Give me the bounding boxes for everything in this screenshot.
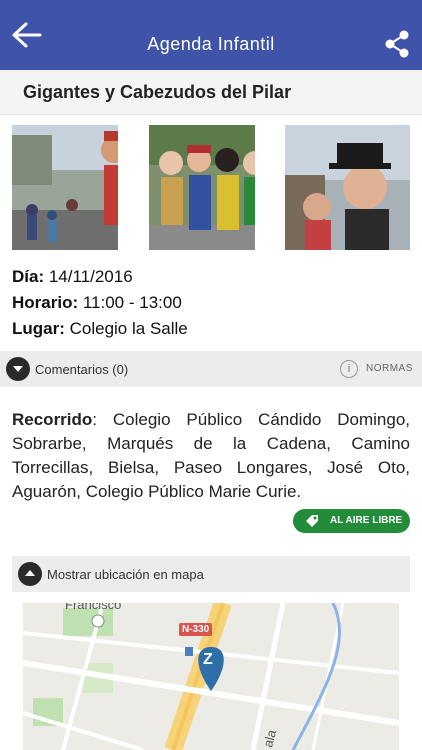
date-value: 14/11/2016: [44, 267, 133, 286]
event-date: Día: 14/11/2016: [12, 264, 188, 290]
event-title: Gigantes y Cabezudos del Pilar: [23, 82, 292, 102]
map-toggle-label[interactable]: Mostrar ubicación en mapa: [47, 567, 204, 582]
rules-link[interactable]: NORMAS: [366, 363, 413, 374]
comments-bar: Comentarios (0) i NORMAS: [0, 351, 422, 387]
event-location: Lugar: Colegio la Salle: [12, 316, 188, 342]
map-road-label: N-330: [179, 623, 213, 636]
date-label: Día:: [12, 267, 45, 286]
app-bar: Agenda Infantil: [0, 0, 422, 70]
comments-toggle[interactable]: Comentarios (0): [35, 362, 128, 377]
map-toggle-bar: Mostrar ubicación en mapa: [12, 556, 410, 592]
gallery-photo-2[interactable]: [149, 125, 255, 250]
tag-icon: [306, 515, 318, 527]
chevron-down-icon[interactable]: [6, 357, 30, 381]
location-map[interactable]: Francisco N-330 Z ala: [23, 603, 399, 750]
app-title: Agenda Infantil: [147, 34, 275, 54]
route-label: Recorrido: [12, 410, 93, 429]
gallery-photo-1[interactable]: [12, 125, 118, 250]
map-place-label: Francisco: [65, 603, 122, 612]
chevron-up-icon[interactable]: [18, 562, 42, 586]
category-tag[interactable]: AL AIRE LIBRE: [293, 509, 410, 533]
route-description: Recorrido: Colegio Público Cándido Domin…: [12, 408, 410, 504]
photo-gallery: [12, 125, 410, 250]
share-icon[interactable]: [384, 30, 410, 58]
gallery-photo-3[interactable]: [285, 125, 410, 250]
map-marker-letter: Z: [203, 651, 213, 668]
time-label: Horario:: [12, 293, 79, 312]
info-icon[interactable]: i: [340, 360, 358, 378]
event-time: Horario: 11:00 - 13:00: [12, 290, 188, 316]
time-value: 11:00 - 13:00: [78, 293, 182, 312]
event-header: Gigantes y Cabezudos del Pilar: [0, 70, 422, 115]
event-info: Día: 14/11/2016 Horario: 11:00 - 13:00 L…: [12, 264, 188, 342]
tag-label: AL AIRE LIBRE: [330, 515, 403, 526]
location-label: Lugar:: [12, 319, 65, 338]
location-value: Colegio la Salle: [64, 319, 188, 338]
